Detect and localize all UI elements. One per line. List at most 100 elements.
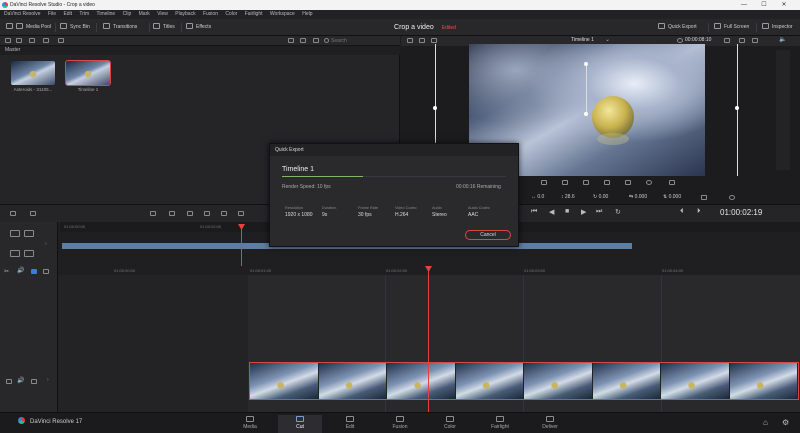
upper-playhead[interactable]: [241, 229, 242, 266]
menu-item-timeline[interactable]: Timeline: [97, 11, 116, 17]
ripple-overwrite-icon[interactable]: [187, 211, 193, 216]
page-edit[interactable]: Edit: [328, 415, 372, 433]
menu-item-view[interactable]: View: [157, 11, 168, 17]
home-icon[interactable]: ⌂: [763, 418, 768, 427]
snap-icon[interactable]: [31, 269, 37, 274]
menu-item-file[interactable]: File: [48, 11, 56, 17]
sort-order-icon[interactable]: [313, 38, 319, 43]
step-back-icon[interactable]: ◀: [549, 208, 554, 216]
scissors-icon[interactable]: ✂: [4, 268, 9, 275]
track-expand-icon[interactable]: ›: [47, 377, 49, 383]
flip-h-value[interactable]: ⇆ 0.000: [629, 194, 647, 200]
menu-item-help[interactable]: Help: [302, 11, 312, 17]
track-tool-icon[interactable]: [10, 230, 20, 237]
right-guide-handle[interactable]: [735, 106, 739, 110]
expand-chevron-icon[interactable]: ›: [45, 241, 47, 247]
reset-icon[interactable]: [701, 195, 707, 200]
search-input[interactable]: [331, 37, 399, 45]
chevron-down-icon[interactable]: ⌄: [605, 36, 610, 43]
place-on-top-icon[interactable]: [221, 211, 227, 216]
page-fusion[interactable]: Fusion: [378, 415, 422, 433]
media-pool-button[interactable]: Media Pool: [16, 22, 51, 33]
page-fairlight[interactable]: Fairlight: [478, 415, 522, 433]
maximize-button[interactable]: ☐: [756, 0, 772, 10]
step-forward-icon[interactable]: ⏭: [596, 208, 602, 216]
import-icon[interactable]: [16, 38, 22, 43]
flip-v-value[interactable]: ⇅ 0.000: [663, 194, 681, 200]
timeline-settings-icon[interactable]: [10, 211, 16, 216]
gear-icon[interactable]: ⚙: [782, 418, 789, 427]
mute-icon[interactable]: 🔊: [17, 377, 24, 384]
panel-toggle-icon[interactable]: [6, 22, 16, 33]
smart-reframe-icon[interactable]: [604, 180, 610, 185]
audio-icon[interactable]: 🔈: [779, 36, 786, 43]
track-height-icon[interactable]: [43, 269, 49, 274]
close-up-icon[interactable]: [204, 211, 210, 216]
previous-edit-icon[interactable]: ⏴: [680, 208, 684, 216]
menu-item-color[interactable]: Color: [225, 11, 237, 17]
viewer-layout-icon[interactable]: [431, 38, 437, 43]
page-color[interactable]: Color: [428, 415, 472, 433]
viewer-fullscreen-icon[interactable]: [739, 38, 745, 43]
lower-playhead[interactable]: [428, 271, 429, 412]
viewer-options-icon[interactable]: [724, 38, 730, 43]
menu-item-playback[interactable]: Playback: [175, 11, 195, 17]
track-visibility-icon[interactable]: [31, 379, 37, 384]
track-tool-2-icon[interactable]: [24, 230, 34, 237]
titles-button[interactable]: Titles: [153, 22, 175, 33]
list-view-icon[interactable]: [58, 38, 64, 43]
full-screen-button[interactable]: Full Screen: [714, 22, 749, 33]
effects-button[interactable]: Effects: [186, 22, 211, 33]
inspector-button[interactable]: Inspector: [762, 22, 793, 33]
left-guide-handle[interactable]: [433, 106, 437, 110]
go-to-start-icon[interactable]: ⏮: [531, 208, 537, 216]
page-deliver[interactable]: Deliver: [528, 415, 572, 433]
transitions-button[interactable]: Transitions: [103, 22, 137, 33]
smart-insert-icon[interactable]: [150, 211, 156, 216]
audio-tool-icon[interactable]: [646, 180, 652, 185]
menu-item-edit[interactable]: Edit: [63, 11, 72, 17]
close-button[interactable]: ✕: [776, 0, 792, 10]
menu-item-clip[interactable]: Clip: [123, 11, 132, 17]
timeline-thumbnail[interactable]: [65, 60, 111, 86]
sort-icon[interactable]: [43, 38, 49, 43]
speed-icon[interactable]: [625, 180, 631, 185]
media-clip-thumbnail[interactable]: [11, 61, 55, 85]
source-overwrite-icon[interactable]: [238, 211, 244, 216]
quick-export-button[interactable]: Quick Export: [658, 22, 697, 33]
menu-item-trim[interactable]: Trim: [79, 11, 89, 17]
bin-list-icon[interactable]: [5, 38, 11, 43]
list-view-toggle-icon[interactable]: [300, 38, 306, 43]
crop-handle-top[interactable]: [584, 62, 588, 66]
audio-level-icon[interactable]: 🔊: [17, 267, 24, 274]
menu-item-mark[interactable]: Mark: [139, 11, 150, 17]
undo-icon[interactable]: [729, 195, 735, 200]
position-x-value[interactable]: ↔ 0.0: [531, 194, 544, 200]
dynamic-zoom-icon[interactable]: [583, 180, 589, 185]
rotation-value[interactable]: ↻ 0.00: [593, 194, 608, 200]
crop-icon[interactable]: [562, 180, 568, 185]
viewer-source-icon[interactable]: [407, 38, 413, 43]
loop-icon[interactable]: ↻: [615, 208, 621, 216]
menu-item-fairlight[interactable]: Fairlight: [245, 11, 263, 17]
viewer-timeline-name[interactable]: Timeline 1: [571, 37, 594, 43]
menu-item-davinci-resolve[interactable]: DaVinci Resolve: [4, 11, 41, 17]
lock-icon[interactable]: [6, 379, 12, 384]
next-edit-icon[interactable]: ⏵: [697, 208, 701, 216]
stabilize-icon[interactable]: [669, 180, 675, 185]
audio-track-tool-icon[interactable]: [10, 250, 20, 257]
viewer-mode-icon[interactable]: [419, 38, 425, 43]
user-icon[interactable]: [30, 211, 36, 216]
video-clip[interactable]: [249, 362, 799, 400]
cancel-button[interactable]: Cancel: [465, 230, 511, 240]
menu-item-workspace[interactable]: Workspace: [270, 11, 295, 17]
append-icon[interactable]: [169, 211, 175, 216]
menu-item-fusion[interactable]: Fusion: [203, 11, 218, 17]
sync-bin-button[interactable]: Sync Bin: [60, 22, 90, 33]
thumbnail-view-icon[interactable]: [288, 38, 294, 43]
page-media[interactable]: Media: [228, 415, 272, 433]
play-icon[interactable]: ▶: [581, 208, 586, 216]
minimize-button[interactable]: —: [736, 0, 752, 10]
viewer-menu-icon[interactable]: [752, 38, 758, 43]
audio-track-tool-2-icon[interactable]: [24, 250, 34, 257]
